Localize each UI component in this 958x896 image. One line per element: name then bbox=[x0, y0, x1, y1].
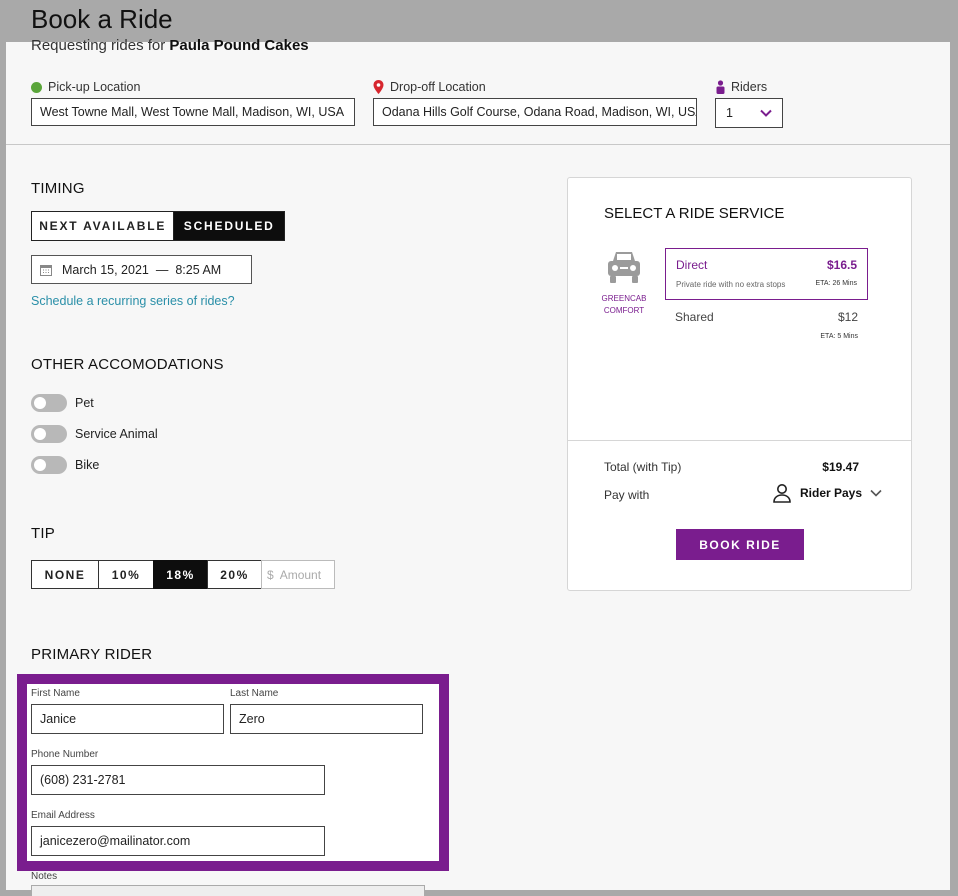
provider-label-line2: COMFORT bbox=[603, 306, 645, 315]
service-animal-toggle[interactable] bbox=[31, 425, 67, 443]
total-label: Total (with Tip) bbox=[604, 460, 682, 474]
primary-rider-title: PRIMARY RIDER bbox=[31, 646, 153, 663]
schedule-separator: — bbox=[155, 262, 169, 277]
timing-title: TIMING bbox=[31, 180, 85, 197]
tip-options: NONE 10% 18% 20% $ Amount bbox=[31, 560, 335, 589]
service-direct-description: Private ride with no extra stops bbox=[676, 280, 786, 289]
service-direct-name: Direct bbox=[676, 258, 708, 272]
user-icon bbox=[773, 484, 791, 503]
pay-with-value: Rider Pays bbox=[800, 486, 863, 500]
chevron-down-icon bbox=[870, 489, 882, 497]
service-option-shared[interactable]: Shared $12 ETA: 5 Mins bbox=[665, 302, 868, 348]
timing-next-available-button[interactable]: NEXT AVAILABLE bbox=[32, 212, 175, 240]
accommodation-pet: Pet bbox=[31, 394, 94, 412]
ride-service-card: SELECT A RIDE SERVICE GREENCAB COMFORT D… bbox=[567, 177, 912, 591]
page-title: Book a Ride bbox=[31, 4, 173, 34]
service-animal-label: Service Animal bbox=[75, 427, 158, 441]
calendar-icon bbox=[40, 264, 52, 276]
dropoff-label: Drop-off Location bbox=[373, 80, 486, 94]
provider-label-line1: GREENCAB bbox=[601, 294, 647, 303]
bike-toggle[interactable] bbox=[31, 456, 67, 474]
pet-toggle[interactable] bbox=[31, 394, 67, 412]
provider-label: GREENCAB COMFORT bbox=[596, 293, 652, 317]
phone-label: Phone Number bbox=[31, 749, 99, 760]
dropoff-label-text: Drop-off Location bbox=[390, 80, 486, 94]
service-direct-price: $16.5 bbox=[826, 258, 857, 272]
total-value: $19.47 bbox=[822, 460, 859, 474]
tip-title: TIP bbox=[31, 525, 55, 542]
ride-service-title: SELECT A RIDE SERVICE bbox=[604, 205, 785, 222]
pet-label: Pet bbox=[75, 396, 94, 410]
riders-select[interactable]: 1 bbox=[715, 98, 783, 128]
first-name-field[interactable]: Janice bbox=[31, 704, 224, 734]
chevron-down-icon bbox=[760, 109, 772, 117]
notes-label: Notes bbox=[31, 871, 58, 882]
overlay-right-edge bbox=[950, 0, 958, 890]
pickup-label: Pick-up Location bbox=[31, 80, 140, 94]
header-band: Book a Ride Requesting rides for Paula P… bbox=[0, 0, 958, 145]
notes-field[interactable] bbox=[31, 885, 425, 896]
pickup-dot-icon bbox=[31, 81, 42, 93]
pickup-label-text: Pick-up Location bbox=[48, 80, 141, 94]
rider-account-name: Paula Pound Cakes bbox=[169, 37, 309, 54]
riders-label-text: Riders bbox=[731, 80, 768, 94]
pickup-input[interactable]: West Towne Mall, West Towne Mall, Madiso… bbox=[31, 98, 355, 126]
accommodations-title: OTHER ACCOMODATIONS bbox=[31, 356, 224, 373]
book-ride-button[interactable]: BOOK RIDE bbox=[676, 529, 804, 560]
bike-label: Bike bbox=[75, 458, 100, 472]
dropoff-pin-icon bbox=[373, 80, 384, 94]
pay-with-label: Pay with bbox=[604, 488, 650, 502]
tip-20-button[interactable]: 20% bbox=[207, 560, 262, 589]
rider-icon bbox=[716, 80, 725, 94]
recurring-rides-link[interactable]: Schedule a recurring series of rides? bbox=[31, 294, 235, 308]
riders-label: Riders bbox=[716, 80, 767, 94]
page-subtitle: Requesting rides for Paula Pound Cakes bbox=[31, 37, 309, 54]
schedule-datetime-input[interactable]: March 15, 2021 — 8:25 AM bbox=[31, 255, 252, 284]
service-shared-name: Shared bbox=[675, 310, 714, 324]
last-name-label: Last Name bbox=[230, 688, 279, 699]
first-name-label: First Name bbox=[31, 688, 80, 699]
tip-amount-placeholder: Amount bbox=[279, 567, 322, 582]
car-icon bbox=[608, 252, 640, 283]
phone-field[interactable]: (608) 231-2781 bbox=[31, 765, 325, 795]
timing-scheduled-button[interactable]: SCHEDULED bbox=[174, 212, 284, 240]
email-field[interactable]: janicezero@mailinator.com bbox=[31, 826, 325, 856]
schedule-time: 8:25 AM bbox=[175, 262, 222, 277]
schedule-date: March 15, 2021 bbox=[62, 262, 149, 277]
app-frame: Book a Ride Requesting rides for Paula P… bbox=[0, 0, 958, 896]
service-shared-price: $12 bbox=[837, 310, 858, 324]
card-divider bbox=[568, 440, 911, 441]
dropoff-input[interactable]: Odana Hills Golf Course, Odana Road, Mad… bbox=[373, 98, 697, 126]
tip-amount-input[interactable]: $ Amount bbox=[261, 560, 335, 589]
service-shared-eta: ETA: 5 Mins bbox=[820, 333, 858, 340]
email-label: Email Address bbox=[31, 810, 95, 821]
service-direct-eta: ETA: 26 Mins bbox=[815, 280, 858, 287]
pay-with-select[interactable]: Rider Pays bbox=[772, 483, 882, 503]
last-name-field[interactable]: Zero bbox=[230, 704, 423, 734]
tip-18-button[interactable]: 18% bbox=[153, 560, 208, 589]
accommodation-bike: Bike bbox=[31, 456, 99, 474]
subtitle-prefix: Requesting rides for bbox=[31, 37, 166, 54]
timing-toggle: NEXT AVAILABLE SCHEDULED bbox=[31, 211, 285, 241]
booking-header: Requesting rides for Paula Pound Cakes P… bbox=[6, 37, 950, 145]
accommodation-service-animal: Service Animal bbox=[31, 425, 158, 443]
service-option-direct[interactable]: Direct $16.5 Private ride with no extra … bbox=[665, 248, 868, 300]
riders-value: 1 bbox=[726, 106, 733, 120]
tip-none-button[interactable]: NONE bbox=[31, 560, 99, 589]
tip-currency-symbol: $ bbox=[267, 567, 274, 582]
tip-10-button[interactable]: 10% bbox=[98, 560, 154, 589]
